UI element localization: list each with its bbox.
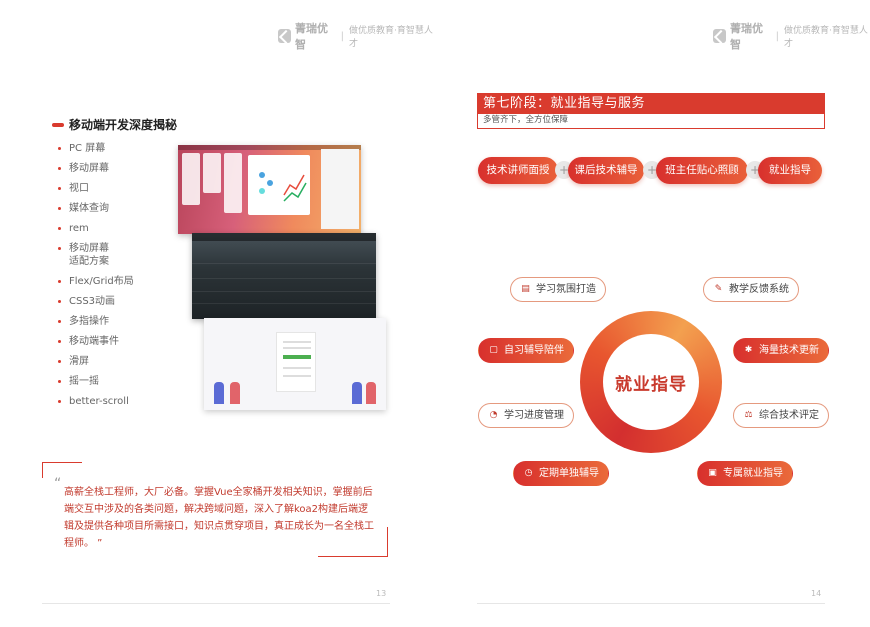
corner-line (42, 462, 43, 478)
progress-icon: ◔ (489, 410, 498, 420)
service-label: 学习进度管理 (504, 410, 564, 421)
service-label: 自习辅导陪伴 (504, 345, 564, 356)
topic-item: 多指操作 (58, 315, 134, 328)
brand-logo-icon (278, 29, 291, 43)
corner-line (318, 556, 388, 557)
topic-item: better-scroll (58, 395, 134, 408)
kanban-column (224, 153, 242, 213)
pill-career-guidance: 就业指导 (758, 157, 822, 184)
service-regular-tutoring: ◷ 定期单独辅导 (513, 461, 609, 486)
screenshot-dark-ocean-app (192, 233, 376, 319)
topic-item: 移动屏幕 适配方案 (58, 242, 134, 268)
briefcase-icon: ▣ (708, 468, 717, 478)
topic-item: 移动屏幕 (58, 162, 134, 175)
brand-name: 菁瑞优智 (294, 22, 328, 51)
form-line (283, 375, 311, 377)
wave-line (192, 263, 376, 264)
service-label: 海量技术更新 (759, 345, 819, 356)
topic-list: PC 屏幕 移动屏幕 视口 媒体查询 rem 移动屏幕 适配方案 Flex/Gr… (58, 142, 134, 415)
page-number: 13 (376, 589, 387, 598)
service-tech-updates: ✱ 海量技术更新 (733, 338, 829, 363)
service-tech-evaluation: ⚖ 综合技术评定 (733, 403, 829, 428)
ring-center: 就业指导 (603, 334, 699, 430)
topic-item: 摇一摇 (58, 375, 134, 388)
screenshot-side-panel (321, 149, 359, 229)
quote-text: 高薪全栈工程师，大厂必备。掌握Vue全家桶开发相关知识，掌握前后端交互中涉及的各… (64, 487, 374, 549)
chart-thumbnail-icon (259, 172, 307, 202)
topic-item: CSS3动画 (58, 295, 134, 308)
service-progress-management: ◔ 学习进度管理 (478, 403, 574, 428)
topic-item: Flex/Grid布局 (58, 275, 134, 288)
pill-lecturer: 技术讲师面授 (478, 157, 558, 184)
clock-icon: ◷ (524, 468, 533, 478)
evaluation-icon: ⚖ (744, 410, 753, 420)
topic-item: PC 屏幕 (58, 142, 134, 155)
brand-slogan: 做优质教育·育智慧人才 (784, 26, 868, 49)
form-button-thumbnail (283, 355, 311, 359)
kanban-chart-card (248, 155, 310, 215)
service-study-atmosphere: ▤ 学习氛围打造 (510, 277, 606, 302)
service-label: 教学反馈系统 (729, 284, 789, 295)
pill-head-teacher: 班主任贴心照顾 (656, 157, 748, 184)
kanban-column (182, 153, 200, 205)
footer-divider (477, 603, 825, 604)
brand-logo-icon (713, 29, 726, 43)
service-label: 学习氛围打造 (536, 284, 596, 295)
chat-icon: ▢ (489, 345, 498, 355)
stage-subtitle: 多管齐下，全方位保障 (477, 114, 825, 129)
quote-open-mark: “ (54, 476, 62, 492)
form-line (283, 341, 311, 343)
service-self-study: ▢ 自习辅导陪伴 (478, 338, 574, 363)
brand-header: 菁瑞优智 | 做优质教育·育智慧人才 (713, 20, 870, 52)
service-feedback-system: ✎ 教学反馈系统 (703, 277, 799, 302)
quote-box: “ 高薪全栈工程师，大厂必备。掌握Vue全家桶开发相关知识，掌握前后端交互中涉及… (42, 462, 388, 557)
brand-slogan: 做优质教育·育智慧人才 (349, 26, 433, 49)
screenshot-topbar (192, 233, 376, 241)
right-page: 菁瑞优智 | 做优质教育·育智慧人才 第七阶段：就业指导与服务 多管齐下，全方位… (435, 0, 870, 627)
footer-divider (42, 603, 390, 604)
topic-item: 媒体查询 (58, 202, 134, 215)
form-line (283, 367, 311, 369)
topic-item: rem (58, 222, 134, 235)
edit-icon: ✎ (714, 284, 723, 294)
service-label: 专属就业指导 (723, 468, 783, 479)
pill-after-class: 课后技术辅导 (568, 157, 644, 184)
brand-name: 菁瑞优智 (729, 22, 763, 51)
network-icon: ✱ (744, 345, 753, 355)
center-label: 就业指导 (615, 374, 687, 395)
form-line (283, 347, 311, 349)
wave-line (192, 291, 376, 292)
service-label: 定期单独辅导 (539, 468, 599, 479)
wave-line (192, 278, 376, 279)
topic-item: 滑屏 (58, 355, 134, 368)
title-accent-bar (52, 122, 64, 127)
kanban-column (203, 153, 221, 193)
section-title: 移动端开发深度揭秘 (52, 116, 177, 133)
illustration-person-icon (366, 382, 376, 404)
login-form-thumbnail (276, 332, 316, 392)
left-page: 菁瑞优智 | 做优质教育·育智慧人才 移动端开发深度揭秘 PC 屏幕 移动屏幕 … (0, 0, 435, 627)
topic-item: 视口 (58, 182, 134, 195)
section-title-text: 移动端开发深度揭秘 (69, 118, 178, 132)
screenshot-kanban-app (178, 145, 361, 234)
illustration-person-icon (230, 382, 240, 404)
corner-line (387, 527, 388, 557)
brand-separator: | (340, 30, 345, 42)
stage-title: 第七阶段：就业指导与服务 (477, 93, 825, 114)
illustration-person-icon (352, 382, 362, 404)
topic-item: 移动端事件 (58, 335, 134, 348)
wave-line (192, 303, 376, 304)
service-career-guidance: ▣ 专属就业指导 (697, 461, 793, 486)
page-number: 14 (811, 589, 822, 598)
service-label: 综合技术评定 (759, 410, 819, 421)
brand-header: 菁瑞优智 | 做优质教育·育智慧人才 (278, 20, 435, 52)
brand-separator: | (775, 30, 780, 42)
center-ring: 就业指导 (580, 311, 722, 453)
screenshot-login-page (204, 318, 386, 410)
illustration-person-icon (214, 382, 224, 404)
book-icon: ▤ (521, 284, 530, 294)
corner-line (42, 462, 82, 463)
